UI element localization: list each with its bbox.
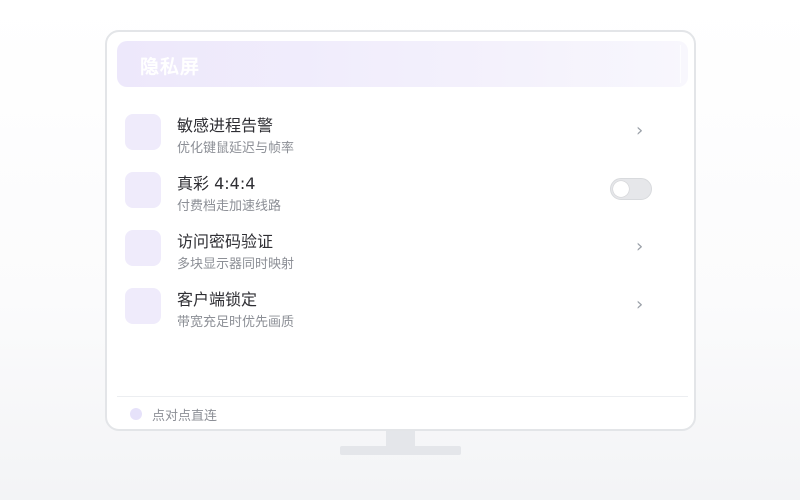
footer-divider [117, 396, 688, 397]
item-subtitle: 优化键鼠延迟与帧率 [177, 141, 295, 156]
settings-item-icon [125, 230, 161, 266]
list-item-access-password[interactable]: 访问密码验证 多块显示器同时映射 › [125, 230, 680, 282]
chevron-right-icon[interactable]: › [636, 296, 643, 314]
monitor-frame: 隐私屏 敏感进程告警 优化键鼠延迟与帧率 › 真彩 4:4:4 付费档走加速线路… [105, 30, 696, 431]
chevron-right-icon[interactable]: › [636, 122, 643, 140]
status-dot-icon [130, 408, 142, 420]
list-item-true-color: 真彩 4:4:4 付费档走加速线路 [125, 172, 680, 224]
settings-item-icon [125, 172, 161, 208]
toggle-knob [613, 181, 629, 197]
monitor-stand-base [340, 446, 461, 455]
settings-item-icon [125, 114, 161, 150]
settings-item-icon [125, 288, 161, 324]
item-title: 客户端锁定 [177, 290, 258, 309]
page-title: 隐私屏 [140, 56, 201, 78]
item-subtitle: 付费档走加速线路 [177, 199, 282, 214]
chevron-right-icon[interactable]: › [636, 238, 643, 256]
item-title: 真彩 4:4:4 [177, 174, 256, 193]
connection-status: 点对点直连 [152, 409, 218, 424]
item-subtitle: 多块显示器同时映射 [177, 257, 295, 272]
true-color-toggle[interactable] [610, 178, 652, 200]
list-item-client-lock[interactable]: 客户端锁定 带宽充足时优先画质 › [125, 288, 680, 340]
item-title: 访问密码验证 [177, 232, 274, 251]
header-bar: 隐私屏 [117, 41, 688, 87]
header-divider [680, 45, 688, 83]
list-item-sensitive-process-alert[interactable]: 敏感进程告警 优化键鼠延迟与帧率 › [125, 114, 680, 166]
item-subtitle: 带宽充足时优先画质 [177, 315, 295, 330]
item-title: 敏感进程告警 [177, 116, 274, 135]
